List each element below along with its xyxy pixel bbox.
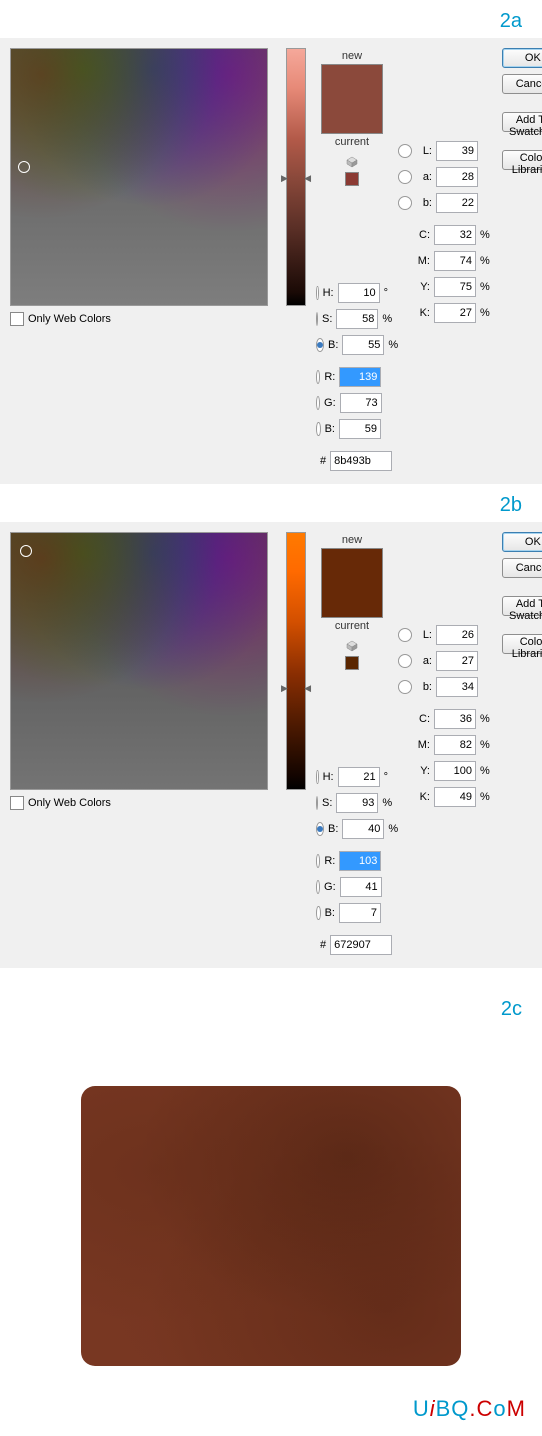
only-web-colors-checkbox[interactable] <box>10 796 24 810</box>
input-b[interactable] <box>342 335 384 355</box>
input-L[interactable] <box>436 625 478 645</box>
add-to-swatches-button[interactable]: Add To Swatches <box>502 596 542 616</box>
mini-swatch[interactable] <box>345 656 359 670</box>
input-h[interactable] <box>338 283 380 303</box>
only-web-colors-label: Only Web Colors <box>28 797 111 809</box>
input-bb[interactable] <box>339 903 381 923</box>
current-label: current <box>316 618 388 634</box>
input-r[interactable] <box>339 851 381 871</box>
input-a[interactable] <box>436 651 478 671</box>
cancel-button[interactable]: Cancel <box>502 558 542 578</box>
radio-a[interactable] <box>398 654 412 668</box>
color-libraries-button[interactable]: Color Libraries <box>502 634 542 654</box>
cube-icon <box>346 640 358 652</box>
input-bb2[interactable] <box>436 193 478 213</box>
only-web-colors-label: Only Web Colors <box>28 313 111 325</box>
input-M[interactable] <box>434 251 476 271</box>
radio-h[interactable] <box>316 770 319 784</box>
input-g[interactable] <box>340 393 382 413</box>
input-Y[interactable] <box>434 277 476 297</box>
input-C[interactable] <box>434 225 476 245</box>
input-Y[interactable] <box>434 761 476 781</box>
color-field-marker <box>18 161 30 173</box>
color-field[interactable] <box>10 48 268 306</box>
hue-strip[interactable]: ▶◀ <box>286 48 306 306</box>
hsb-rgb-values: H:° S:% B:% R: G: B: # <box>316 764 388 958</box>
radio-bb[interactable] <box>316 906 321 920</box>
radio-bb2[interactable] <box>398 196 412 210</box>
input-bb2[interactable] <box>436 677 478 697</box>
input-M[interactable] <box>434 735 476 755</box>
current-label: current <box>316 134 388 150</box>
hsb-rgb-values: H:° S:% B:% R: G: B: # <box>316 280 388 474</box>
watermark: UiBQ.CoM <box>0 1396 542 1436</box>
section-label-2c: 2c <box>0 968 542 1026</box>
only-web-colors-checkbox[interactable] <box>10 312 24 326</box>
section-label-2b: 2b <box>0 484 542 522</box>
cancel-button[interactable]: Cancel <box>502 74 542 94</box>
input-s[interactable] <box>336 793 378 813</box>
input-hex[interactable] <box>330 451 392 471</box>
radio-b[interactable] <box>316 822 324 836</box>
radio-a[interactable] <box>398 170 412 184</box>
input-a[interactable] <box>436 167 478 187</box>
radio-s[interactable] <box>316 796 318 810</box>
section-label-2a: 2a <box>0 0 542 38</box>
color-preview <box>321 64 383 134</box>
input-h[interactable] <box>338 767 380 787</box>
radio-b[interactable] <box>316 338 324 352</box>
radio-g[interactable] <box>316 396 320 410</box>
input-K[interactable] <box>434 787 476 807</box>
radio-g[interactable] <box>316 880 320 894</box>
new-label: new <box>316 48 388 64</box>
ok-button[interactable]: OK <box>502 48 542 68</box>
add-to-swatches-button[interactable]: Add To Swatches <box>502 112 542 132</box>
input-K[interactable] <box>434 303 476 323</box>
ok-button[interactable]: OK <box>502 532 542 552</box>
new-label: new <box>316 532 388 548</box>
input-C[interactable] <box>434 709 476 729</box>
radio-bb2[interactable] <box>398 680 412 694</box>
radio-bb[interactable] <box>316 422 321 436</box>
color-preview <box>321 548 383 618</box>
hue-strip[interactable]: ▶◀ <box>286 532 306 790</box>
input-g[interactable] <box>340 877 382 897</box>
color-picker-2a: Only Web Colors ▶◀ new current H:° S:% B… <box>0 38 542 484</box>
input-b[interactable] <box>342 819 384 839</box>
input-r[interactable] <box>339 367 381 387</box>
input-L[interactable] <box>436 141 478 161</box>
color-field-marker <box>20 545 32 557</box>
color-field[interactable] <box>10 532 268 790</box>
radio-L[interactable] <box>398 144 412 158</box>
radio-L[interactable] <box>398 628 412 642</box>
lab-cmyk-values: L: a: b: C:% M:% Y:% K:% <box>398 138 496 474</box>
cube-icon <box>346 156 358 168</box>
input-bb[interactable] <box>339 419 381 439</box>
radio-h[interactable] <box>316 286 319 300</box>
input-hex[interactable] <box>330 935 392 955</box>
lab-cmyk-values: L: a: b: C:% M:% Y:% K:% <box>398 622 496 958</box>
input-s[interactable] <box>336 309 378 329</box>
result-texture <box>81 1086 461 1366</box>
mini-swatch[interactable] <box>345 172 359 186</box>
radio-r[interactable] <box>316 370 320 384</box>
radio-s[interactable] <box>316 312 318 326</box>
color-picker-2b: Only Web Colors ▶◀ new current H:° S:% B… <box>0 522 542 968</box>
radio-r[interactable] <box>316 854 320 868</box>
color-libraries-button[interactable]: Color Libraries <box>502 150 542 170</box>
